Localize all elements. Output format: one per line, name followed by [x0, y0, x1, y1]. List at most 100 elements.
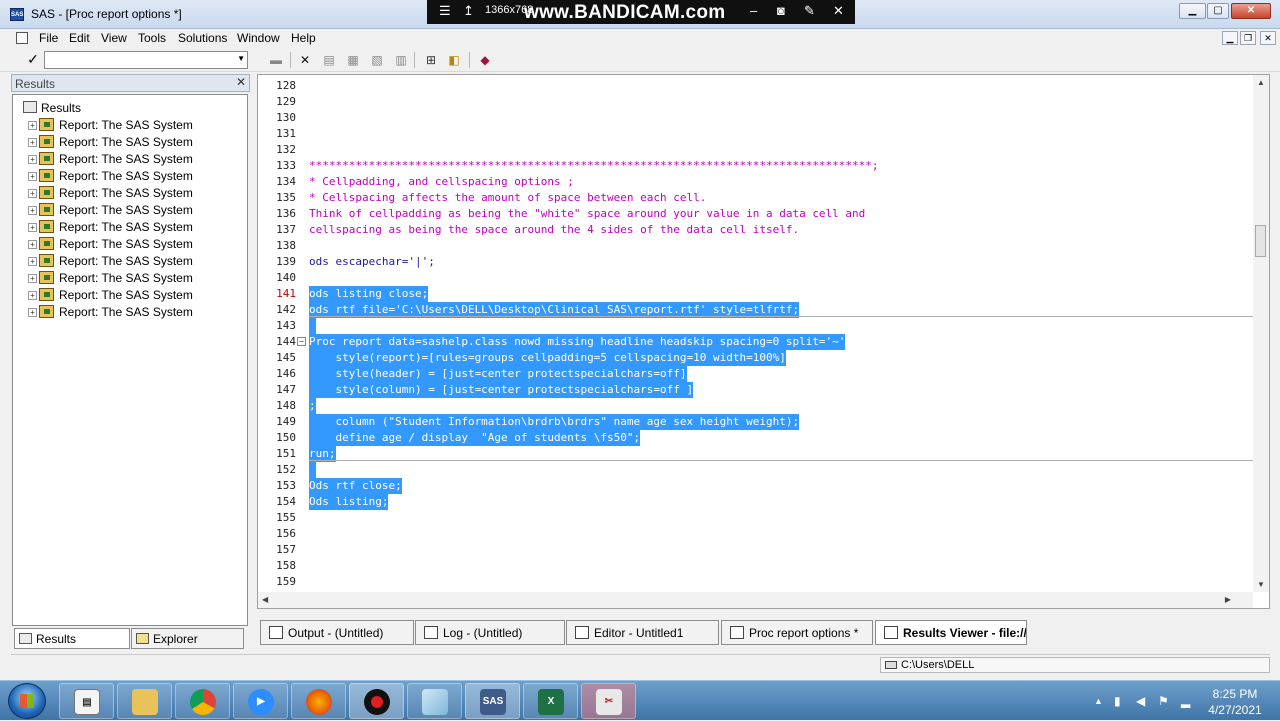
- code-line[interactable]: 158: [258, 558, 1253, 574]
- properties-icon[interactable]: ▤: [321, 52, 337, 68]
- code-line[interactable]: 134 * Cellpadding, and cellspacing option…: [258, 174, 1253, 190]
- network-icon[interactable]: ▂: [1181, 694, 1190, 708]
- menu-file[interactable]: File: [39, 31, 58, 45]
- taskbar-recorder[interactable]: [349, 683, 404, 719]
- tree-item[interactable]: + Report: The SAS System: [28, 152, 193, 168]
- tree-item[interactable]: + Report: The SAS System: [28, 305, 193, 321]
- dropdown-arrow-icon[interactable]: ▼: [237, 54, 245, 63]
- code-line[interactable]: 138: [258, 238, 1253, 254]
- details-icon[interactable]: ▥: [393, 52, 409, 68]
- pencil-icon[interactable]: ✎: [804, 3, 815, 19]
- code-line[interactable]: 143: [258, 318, 1253, 334]
- help-book-icon[interactable]: ◆: [477, 52, 493, 68]
- window-tab[interactable]: Editor - Untitled1: [566, 620, 719, 645]
- taskbar-chrome[interactable]: [175, 683, 230, 719]
- window-tab[interactable]: Log - (Untitled): [415, 620, 565, 645]
- close-icon[interactable]: ✕: [833, 3, 844, 19]
- start-button[interactable]: [8, 683, 46, 719]
- delete-icon[interactable]: ✕: [297, 52, 313, 68]
- small-icons-icon[interactable]: ▧: [369, 52, 385, 68]
- submit-command-button[interactable]: ✓: [23, 51, 43, 69]
- taskbar-sas[interactable]: SAS: [465, 683, 520, 719]
- tree-root[interactable]: Results: [23, 101, 81, 117]
- new-library-icon[interactable]: ⊞: [423, 52, 439, 68]
- collapse-icon[interactable]: −: [297, 337, 306, 346]
- code-line[interactable]: 142 ods rtf file='C:\Users\DELL\Desktop\C…: [258, 302, 1253, 318]
- window-maximize-button[interactable]: ▢: [1207, 3, 1229, 19]
- code-line[interactable]: 137 cellspacing as being the space around…: [258, 222, 1253, 238]
- taskbar-file-manager[interactable]: ▤: [59, 683, 114, 719]
- minimize-icon[interactable]: –: [750, 3, 757, 18]
- tab-explorer[interactable]: Explorer: [131, 628, 244, 649]
- menu-window[interactable]: Window: [237, 31, 280, 45]
- clock-time[interactable]: 8:25 PM: [1200, 687, 1270, 701]
- taskbar-explorer[interactable]: [117, 683, 172, 719]
- expand-icon[interactable]: +: [28, 257, 37, 266]
- child-close-button[interactable]: ✕: [1260, 31, 1276, 45]
- taskbar-notepad[interactable]: [407, 683, 462, 719]
- taskbar-firefox[interactable]: [291, 683, 346, 719]
- code-line[interactable]: 159: [258, 574, 1253, 590]
- command-input[interactable]: ▼: [44, 51, 248, 69]
- flag-icon[interactable]: ⚑: [1158, 694, 1169, 708]
- expand-icon[interactable]: +: [28, 189, 37, 198]
- expand-icon[interactable]: +: [28, 240, 37, 249]
- code-line[interactable]: 149 column ("Student Information\brdrb\b…: [258, 414, 1253, 430]
- taskbar-excel[interactable]: X: [523, 683, 578, 719]
- expand-icon[interactable]: +: [28, 138, 37, 147]
- tree-item[interactable]: + Report: The SAS System: [28, 118, 193, 134]
- expand-icon[interactable]: +: [28, 121, 37, 130]
- menu-tools[interactable]: Tools: [138, 31, 166, 45]
- code-line[interactable]: 128: [258, 78, 1253, 94]
- code-line[interactable]: 156: [258, 526, 1253, 542]
- code-line[interactable]: 150 define age / display "Age of student…: [258, 430, 1253, 446]
- code-line[interactable]: 145 style(report)=[rules=groups cellpadd…: [258, 350, 1253, 366]
- code-line[interactable]: 135 * Cellspacing affects the amount of s…: [258, 190, 1253, 206]
- code-area[interactable]: 128 129 130 131 132 133 **********************…: [258, 78, 1253, 591]
- clock-date[interactable]: 4/27/2021: [1200, 703, 1270, 717]
- scroll-thumb[interactable]: [1255, 225, 1266, 257]
- tree-item[interactable]: + Report: The SAS System: [28, 237, 193, 253]
- window-tab[interactable]: Results Viewer - file://...: [875, 620, 1027, 645]
- menu-icon[interactable]: ☰: [439, 3, 451, 19]
- tab-results[interactable]: Results: [14, 628, 130, 649]
- menu-view[interactable]: View: [101, 31, 127, 45]
- code-line[interactable]: 139 ods escapechar='|';: [258, 254, 1253, 270]
- menu-edit[interactable]: Edit: [69, 31, 90, 45]
- menu-help[interactable]: Help: [291, 31, 316, 45]
- find-icon[interactable]: ◧: [446, 52, 462, 68]
- menu-solutions[interactable]: Solutions: [178, 31, 227, 45]
- taskbar-zoom[interactable]: ▶: [233, 683, 288, 719]
- expand-icon[interactable]: +: [28, 274, 37, 283]
- vertical-scrollbar[interactable]: ▲ ▼: [1253, 75, 1269, 592]
- expand-icon[interactable]: +: [28, 206, 37, 215]
- tree-item[interactable]: + Report: The SAS System: [28, 271, 193, 287]
- large-icons-icon[interactable]: ▦: [345, 52, 361, 68]
- child-minimize-button[interactable]: ▁: [1222, 31, 1238, 45]
- tree-item[interactable]: + Report: The SAS System: [28, 288, 193, 304]
- scroll-right-icon[interactable]: ▶: [1225, 595, 1231, 604]
- tree-item[interactable]: + Report: The SAS System: [28, 203, 193, 219]
- scroll-left-icon[interactable]: ◀: [262, 595, 268, 604]
- tree-item[interactable]: + Report: The SAS System: [28, 135, 193, 151]
- code-line[interactable]: 130: [258, 110, 1253, 126]
- expand-icon[interactable]: +: [28, 223, 37, 232]
- sas-app-icon[interactable]: SAS: [10, 8, 24, 21]
- taskbar-snipping-tool[interactable]: ✂: [581, 683, 636, 719]
- code-line[interactable]: 129: [258, 94, 1253, 110]
- code-line[interactable]: 136 Think of cellpadding as being the "wh…: [258, 206, 1253, 222]
- expand-icon[interactable]: +: [28, 172, 37, 181]
- window-minimize-button[interactable]: ▁: [1179, 3, 1206, 19]
- scroll-down-icon[interactable]: ▼: [1257, 580, 1265, 589]
- code-line[interactable]: 133 *************************************…: [258, 158, 1253, 174]
- tree-item[interactable]: + Report: The SAS System: [28, 254, 193, 270]
- expand-icon[interactable]: +: [28, 155, 37, 164]
- open-icon[interactable]: ▬: [268, 52, 284, 68]
- code-line[interactable]: 144− Proc report data=sashelp.class nowd …: [258, 334, 1253, 350]
- code-line[interactable]: 153 Ods rtf close;: [258, 478, 1253, 494]
- code-line[interactable]: 132: [258, 142, 1253, 158]
- tree-item[interactable]: + Report: The SAS System: [28, 169, 193, 185]
- code-line[interactable]: 154 Ods listing;: [258, 494, 1253, 510]
- tree-item[interactable]: + Report: The SAS System: [28, 220, 193, 236]
- tree-item[interactable]: + Report: The SAS System: [28, 186, 193, 202]
